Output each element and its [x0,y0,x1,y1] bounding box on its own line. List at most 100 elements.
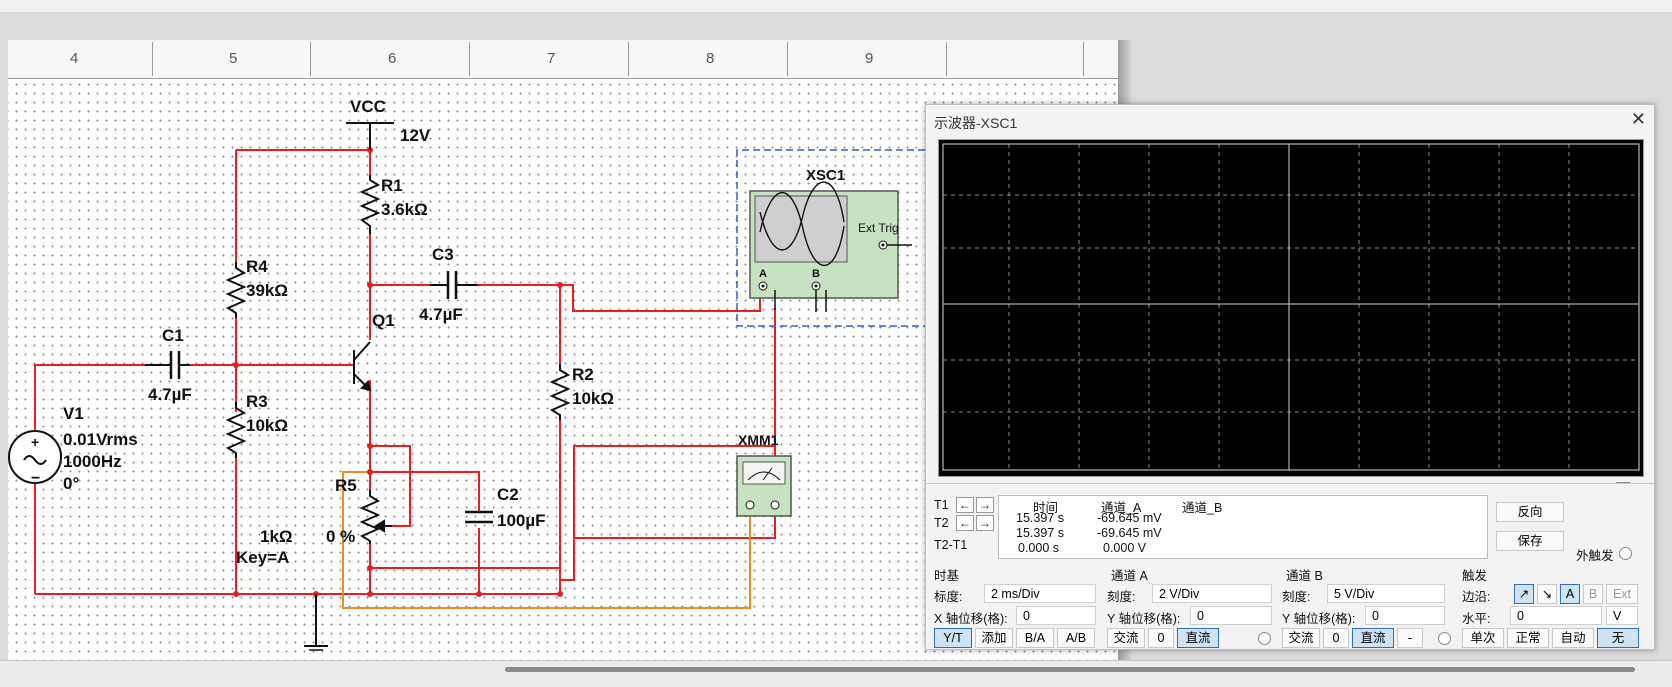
xsc1-label: XSC1 [806,167,845,184]
save-button[interactable]: 保存 [1496,531,1564,551]
ext-trig-label: Ext Trig [858,221,899,235]
r2-value: 10kΩ [572,389,614,408]
channel-b-zero-button[interactable]: 0 [1323,628,1349,648]
t2-time: 15.397 s [1016,526,1064,540]
trigger-normal-button[interactable]: 正常 [1507,628,1549,648]
trigger-source-a-button[interactable]: A [1560,584,1580,604]
r3-value: 10kΩ [246,416,288,435]
trigger-rising-edge-button[interactable]: ↗ [1514,584,1534,604]
trigger-source-b-button[interactable]: B [1583,584,1603,604]
r1-value: 3.6kΩ [381,200,428,219]
trigger-falling-edge-button[interactable]: ↘ [1537,584,1557,604]
reverse-button[interactable]: 反向 [1496,502,1564,522]
t2-left-arrow-button[interactable]: ← [956,515,974,531]
t2-channel-a: -69.645 mV [1097,526,1162,540]
svg-text:−: − [31,470,40,487]
ext-trigger-radio[interactable] [1619,547,1632,560]
v1-frequency: 1000Hz [63,452,122,471]
ext-trigger-label: 外触发 [1576,549,1614,563]
mode-yt-button[interactable]: Y/T [934,628,972,648]
channel-a-zero-button[interactable]: 0 [1148,628,1174,648]
close-icon[interactable]: ✕ [1631,109,1646,130]
ac-source-symbol: + − [8,430,62,487]
channel-b-scale-field[interactable]: 5 V/Div [1327,584,1445,603]
v1-label: V1 [63,404,84,423]
v1-amplitude: 0.01Vrms [63,430,138,449]
r2-label: R2 [572,365,594,384]
horizontal-scrollbar[interactable] [505,667,1635,672]
wire [370,471,480,512]
channel-a-dc-button[interactable]: 直流 [1177,628,1219,648]
trigger-none-button[interactable]: 无 [1597,628,1639,648]
trigger-title: 触发 [1462,569,1488,583]
r3-label: R3 [246,392,268,411]
channel-b-radio[interactable] [1438,632,1451,645]
timebase-scale-label: 标度: [934,590,963,604]
r4-value: 39kΩ [246,281,288,300]
oscilloscope-title: 示波器-XSC1 [934,115,1018,131]
channel-a-ypos-field[interactable]: 0 [1190,606,1272,625]
timebase-title: 时基 [934,569,960,583]
t2-label: T2 [934,516,949,530]
r1-label: R1 [381,176,403,195]
trigger-auto-button[interactable]: 自动 [1552,628,1594,648]
c3-value: 4.7µF [419,305,463,324]
t1-channel-a: -69.645 mV [1097,511,1162,525]
c2-value: 100µF [497,511,546,530]
wire [342,471,751,609]
channel-a-scale-field[interactable]: 2 V/Div [1152,584,1272,603]
q1-label: Q1 [372,311,395,330]
channel-a-radio[interactable] [1258,632,1271,645]
channel-b-terminal-label: B [812,268,820,280]
v1-phase: 0° [63,474,79,493]
t1-label: T1 [934,498,949,512]
mode-ab-button[interactable]: A/B [1057,628,1095,648]
r5-key: Key=A [236,548,289,567]
t2-t1-time: 0.000 s [1018,541,1060,555]
timebase-scale-field[interactable]: 2 ms/Div [984,584,1096,603]
svg-text:+: + [31,434,39,450]
mode-add-button[interactable]: 添加 [975,628,1013,648]
vcc-label: VCC [350,97,386,116]
c1-label: C1 [162,326,184,345]
r5-value: 1kΩ [260,527,293,546]
cursor-table: 时间 通道_A 通道_B 15.397 s -69.645 mV 15.397 … [998,495,1488,559]
trigger-level-unit[interactable]: V [1606,606,1638,625]
t2-t1-label: T2-T1 [934,538,968,552]
cursor-labels: T1 T2 T2-T1 ← → ← → [926,494,996,558]
trigger-level-field[interactable]: 0 [1510,606,1602,625]
channel-b-ypos-label: Y 轴位移(格): [1282,612,1356,626]
channel-a-ac-button[interactable]: 交流 [1107,628,1145,648]
t2-right-arrow-button[interactable]: → [976,515,994,531]
x-position-field[interactable]: 0 [1016,606,1096,625]
c3-label: C3 [432,245,454,264]
r4-label: R4 [246,257,268,276]
wire [478,284,561,364]
trigger-edge-label: 边沿: [1462,590,1491,604]
trigger-level-label: 水平: [1462,612,1491,626]
mode-ba-button[interactable]: B/A [1016,628,1054,648]
wire [560,284,761,312]
x-position-label: X 轴位移(格): [934,612,1008,626]
trigger-source-ext-button[interactable]: Ext [1606,584,1638,604]
channel-b-ac-button[interactable]: 交流 [1282,628,1320,648]
oscilloscope-screen [938,139,1644,477]
r5-percent: 0 % [326,527,355,546]
t1-right-arrow-button[interactable]: → [976,497,994,513]
oscilloscope-window[interactable]: 示波器-XSC1 ✕ T1 T2 T2-T1 ← → ← → 时间 通道_A 通… [925,104,1655,650]
channel-b-ypos-field[interactable]: 0 [1365,606,1445,625]
meter-wires [342,471,751,609]
channel-a-terminal-label: A [759,268,767,280]
t1-left-arrow-button[interactable]: ← [956,497,974,513]
channel-b-dc-button[interactable]: 直流 [1352,628,1394,648]
channel-b-invert-button[interactable]: - [1397,628,1423,648]
col-header-channel-b: 通道_B [1182,501,1223,515]
vcc-value: 12V [400,126,431,145]
channel-b-scale-label: 刻度: [1282,590,1311,604]
transistor-symbol [353,341,372,392]
wire [34,364,145,430]
trigger-single-button[interactable]: 单次 [1462,628,1504,648]
t2-t1-channel-a: 0.000 V [1103,541,1147,555]
channel-b-title: 通道 B [1286,569,1323,583]
scope-grid [942,143,1640,471]
